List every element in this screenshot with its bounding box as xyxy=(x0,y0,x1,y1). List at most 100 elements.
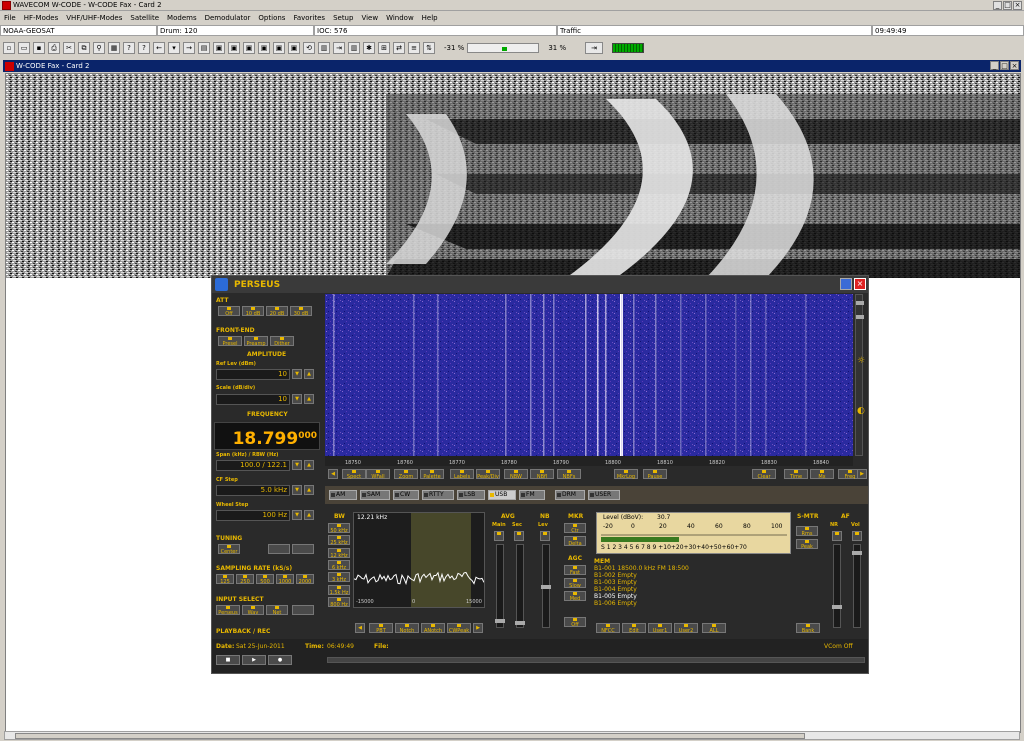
vol-button[interactable] xyxy=(852,531,862,541)
child-restore-button[interactable]: □ xyxy=(1000,61,1009,70)
scale-down-button[interactable]: ▼ xyxy=(292,394,302,404)
mem-item[interactable]: B1-005 Empty xyxy=(594,593,792,600)
mode-am-button[interactable]: AM xyxy=(329,490,357,500)
wf-right-arrow[interactable]: ▶ xyxy=(857,469,867,479)
wf-nbw-button[interactable]: NBW xyxy=(504,469,528,480)
att-10db-button[interactable]: 10 dB xyxy=(242,306,264,317)
maximize-button[interactable]: □ xyxy=(1003,1,1012,10)
filter-left-arrow[interactable]: ◀ xyxy=(355,623,365,633)
smtr-peak-button[interactable]: Peak xyxy=(796,539,818,550)
mem-bank-button[interactable]: Bank xyxy=(796,623,820,634)
menu-view[interactable]: View xyxy=(361,14,378,22)
tool-icon[interactable]: ▣ xyxy=(228,42,240,54)
menu-modems[interactable]: Modems xyxy=(167,14,197,22)
play-button[interactable]: ▶ xyxy=(242,655,266,665)
sr-250-button[interactable]: 250 xyxy=(236,574,254,585)
wf-clear-button[interactable]: Clear xyxy=(752,469,776,480)
nb-button[interactable] xyxy=(540,531,550,541)
presel-button[interactable]: Presel xyxy=(218,336,242,347)
wf-nbfs-button[interactable]: NBFs xyxy=(557,469,581,480)
wf-time-button[interactable]: Time xyxy=(784,469,808,480)
bw-button[interactable]: 3 kHz xyxy=(328,572,350,583)
binoculars-icon[interactable]: ⚲ xyxy=(93,42,105,54)
frequency-display[interactable]: 18.799000 xyxy=(214,422,320,450)
mode-user-button[interactable]: USER xyxy=(588,490,620,500)
reflev-up-button[interactable]: ▲ xyxy=(304,369,314,379)
input-button-4[interactable] xyxy=(292,605,314,615)
sr-125-button[interactable]: 125 xyxy=(216,574,234,585)
sr-1000-button[interactable]: 1000 xyxy=(276,574,294,585)
wheel-up-button[interactable]: ▲ xyxy=(304,510,314,520)
help-icon[interactable]: ? xyxy=(123,42,135,54)
tool-icon[interactable]: ⇄ xyxy=(393,42,405,54)
att-30db-button[interactable]: 30 dB xyxy=(290,306,312,317)
record-button[interactable]: ● xyxy=(268,655,292,665)
input-wav-button[interactable]: Wav xyxy=(242,605,264,616)
bw-button[interactable]: 50 kHz xyxy=(328,523,350,534)
stop-button[interactable]: ■ xyxy=(216,655,240,665)
tool-icon[interactable]: ▣ xyxy=(213,42,225,54)
avg-sec-button[interactable] xyxy=(514,531,524,541)
tool-icon[interactable]: ⇅ xyxy=(423,42,435,54)
back-icon[interactable]: ← xyxy=(153,42,165,54)
avg-main-button[interactable] xyxy=(494,531,504,541)
mode-fm-button[interactable]: FM xyxy=(519,490,545,500)
close-button[interactable]: × xyxy=(1013,1,1022,10)
mkr-ctr-button[interactable]: Ctr xyxy=(564,523,586,534)
mode-usb-button[interactable]: USB xyxy=(488,490,516,500)
context-help-icon[interactable]: ? xyxy=(138,42,150,54)
menu-help[interactable]: Help xyxy=(422,14,438,22)
mem-nfcc-button[interactable]: NFCC xyxy=(596,623,620,634)
mode-cw-button[interactable]: CW xyxy=(393,490,419,500)
wf-palette-button[interactable]: Palette xyxy=(420,469,444,480)
perseus-close-button[interactable]: × xyxy=(854,278,866,290)
wf-nbfl-button[interactable]: NBfl xyxy=(530,469,554,480)
agc-off-button[interactable]: Off xyxy=(564,617,586,628)
child-close-button[interactable]: × xyxy=(1010,61,1019,70)
nr-slider[interactable] xyxy=(832,544,842,628)
print-icon[interactable]: ⎙ xyxy=(48,42,60,54)
mem-item[interactable]: B1-001 18500.0 kHz FM 18:500 xyxy=(594,565,792,572)
tuning-button-2[interactable] xyxy=(268,544,290,554)
span-down-button[interactable]: ▼ xyxy=(292,460,302,470)
att-off-button[interactable]: Off xyxy=(218,306,240,317)
filter-pbt-button[interactable]: PBT xyxy=(369,623,393,634)
tool-icon[interactable]: ▥ xyxy=(318,42,330,54)
input-net-button[interactable]: Net xyxy=(266,605,288,616)
mem-user2-button[interactable]: User2 xyxy=(674,623,698,634)
span-up-button[interactable]: ▲ xyxy=(304,460,314,470)
open-icon[interactable]: ▭ xyxy=(18,42,30,54)
wf-mkrlog-button[interactable]: MkrLog xyxy=(614,469,638,480)
bw-button[interactable]: 25 kHz xyxy=(328,535,350,546)
brightness-icon[interactable]: ☼ xyxy=(857,356,865,366)
wf-spect-button[interactable]: Spect xyxy=(342,469,366,480)
tuning-button-3[interactable] xyxy=(292,544,314,554)
horizontal-scrollbar[interactable] xyxy=(4,731,1020,740)
wf-labels-button[interactable]: Labels xyxy=(450,469,474,480)
wf-peakdiv-button[interactable]: Peak/Div xyxy=(476,469,500,480)
mode-sam-button[interactable]: SAM xyxy=(360,490,390,500)
menu-favorites[interactable]: Favorites xyxy=(293,14,325,22)
wf-mx-button[interactable]: Mx xyxy=(810,469,834,480)
agc-fast-button[interactable]: Fast xyxy=(564,565,586,576)
avg-main-slider[interactable] xyxy=(495,544,505,628)
dither-button[interactable]: Dither xyxy=(270,336,294,347)
span-field[interactable]: 100.0 / 122.1 xyxy=(216,460,290,471)
bw-button[interactable]: 12 kHz xyxy=(328,547,350,559)
dropdown-icon[interactable]: ▾ xyxy=(168,42,180,54)
scrollbar-thumb[interactable] xyxy=(15,733,805,739)
sr-2000-button[interactable]: 2000 xyxy=(296,574,314,585)
wf-wfall-button[interactable]: WFall xyxy=(366,469,390,480)
bw-button[interactable]: 6 kHz xyxy=(328,559,350,571)
tool-icon[interactable]: ✂ xyxy=(63,42,75,54)
wf-left-arrow[interactable]: ◀ xyxy=(328,469,338,479)
mem-item[interactable]: B1-006 Empty xyxy=(594,600,792,607)
menu-setup[interactable]: Setup xyxy=(333,14,353,22)
smtr-rms-button[interactable]: Rms xyxy=(796,526,818,537)
wf-zoom-button[interactable]: Zoom xyxy=(394,469,418,480)
mem-edit-button[interactable]: Edit xyxy=(622,623,646,634)
mode-lsb-button[interactable]: LSB xyxy=(457,490,485,500)
child-minimize-button[interactable]: _ xyxy=(990,61,999,70)
filter-right-arrow[interactable]: ▶ xyxy=(473,623,483,633)
agc-slow-button[interactable]: Slow xyxy=(564,578,586,589)
